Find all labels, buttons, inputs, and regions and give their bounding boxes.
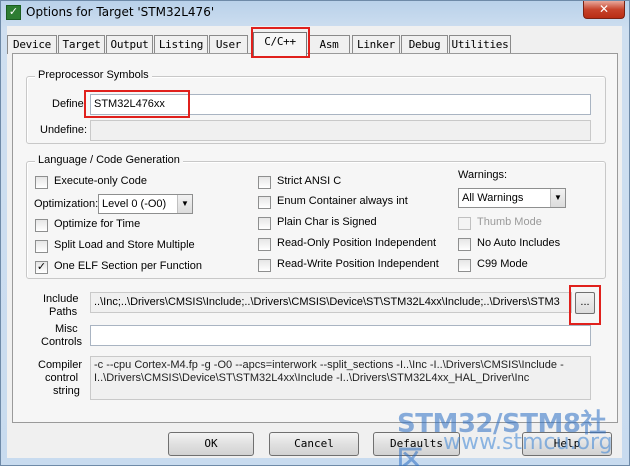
optimize-time-box[interactable] (35, 219, 48, 232)
warnings-label: Warnings: (458, 169, 508, 181)
undefine-label: Undefine: (40, 124, 88, 136)
ropi-checkbox[interactable]: Read-Only Position Independent (258, 237, 438, 251)
preprocessor-group-title: Preprocessor Symbols (35, 69, 152, 81)
controls-label: Controls (41, 336, 82, 348)
optimize-time-checkbox[interactable]: Optimize for Time (35, 218, 195, 232)
optimization-select[interactable]: Level 0 (-O0) ▼ (98, 194, 193, 214)
rwpi-checkbox[interactable]: Read-Write Position Independent (258, 258, 443, 272)
ropi-box[interactable] (258, 238, 271, 251)
string-label: string (53, 385, 80, 397)
warnings-value: All Warnings (462, 192, 524, 204)
tab-linker[interactable]: Linker (352, 35, 400, 54)
split-load-box[interactable] (35, 240, 48, 253)
defaults-button[interactable]: Defaults (373, 432, 460, 456)
strict-ansi-checkbox[interactable]: Strict ANSI C (258, 175, 408, 189)
tab-output[interactable]: Output (106, 35, 153, 54)
no-auto-includes-label: No Auto Includes (477, 237, 561, 249)
plain-char-box[interactable] (258, 217, 271, 230)
ok-button[interactable]: OK (168, 432, 254, 456)
split-load-checkbox[interactable]: Split Load and Store Multiple (35, 239, 215, 253)
define-label: Define: (52, 98, 87, 110)
tab-listing[interactable]: Listing (154, 35, 208, 54)
thumb-mode-box[interactable] (458, 217, 471, 230)
misc-label: Misc (55, 323, 78, 335)
tab-debug[interactable]: Debug (401, 35, 448, 54)
enum-container-checkbox[interactable]: Enum Container always int (258, 195, 428, 209)
enum-container-box[interactable] (258, 196, 271, 209)
ropi-label: Read-Only Position Independent (277, 237, 436, 249)
help-button[interactable]: Help (522, 432, 612, 456)
optimization-label: Optimization: (34, 198, 99, 210)
execute-only-checkbox[interactable]: Execute-only Code (35, 175, 195, 189)
include-paths-browse-button[interactable]: ... (575, 292, 595, 314)
no-auto-includes-box[interactable] (458, 238, 471, 251)
window-title: Options for Target 'STM32L476' (26, 5, 215, 19)
compiler-control-text: -c --cpu Cortex-M4.fp -g -O0 --apcs=inte… (90, 356, 591, 400)
execute-only-label: Execute-only Code (54, 175, 147, 187)
chevron-down-icon[interactable]: ▼ (177, 195, 192, 213)
tab-device[interactable]: Device (7, 35, 57, 54)
title-bar[interactable]: ✓ Options for Target 'STM32L476' ✕ (1, 1, 630, 25)
plain-char-checkbox[interactable]: Plain Char is Signed (258, 216, 428, 230)
compiler-label: Compiler (38, 359, 83, 371)
c99-box[interactable] (458, 259, 471, 272)
define-input[interactable]: STM32L476xx (90, 94, 591, 115)
tab-target[interactable]: Target (58, 35, 105, 54)
undefine-input[interactable] (90, 120, 591, 141)
enum-container-label: Enum Container always int (277, 195, 408, 207)
chevron-down-icon[interactable]: ▼ (550, 189, 565, 207)
rwpi-label: Read-Write Position Independent (277, 258, 439, 270)
include-label: Include (43, 293, 79, 305)
warnings-select[interactable]: All Warnings ▼ (458, 188, 566, 208)
one-elf-checkbox[interactable]: ✓ One ELF Section per Function (35, 260, 215, 274)
no-auto-includes-checkbox[interactable]: No Auto Includes (458, 237, 578, 251)
cancel-button[interactable]: Cancel (269, 432, 359, 456)
thumb-mode-label: Thumb Mode (477, 216, 542, 228)
strict-ansi-label: Strict ANSI C (277, 175, 342, 187)
strict-ansi-box[interactable] (258, 176, 271, 189)
control-label: control (45, 372, 79, 384)
c99-checkbox[interactable]: C99 Mode (458, 258, 558, 272)
rwpi-box[interactable] (258, 259, 271, 272)
app-check-icon: ✓ (6, 5, 21, 20)
include-paths-input[interactable]: ..\Inc;..\Drivers\CMSIS\Include;..\Drive… (90, 292, 572, 313)
one-elf-checkmark-icon[interactable]: ✓ (35, 261, 48, 274)
c99-label: C99 Mode (477, 258, 528, 270)
close-button[interactable]: ✕ (583, 1, 625, 19)
execute-only-box[interactable] (35, 176, 48, 189)
misc-controls-input[interactable] (90, 325, 591, 346)
optimize-time-label: Optimize for Time (54, 218, 141, 230)
thumb-mode-checkbox[interactable]: Thumb Mode (458, 216, 558, 230)
split-load-label: Split Load and Store Multiple (54, 239, 195, 251)
tab-asm[interactable]: Asm (308, 35, 350, 54)
optimization-value: Level 0 (-O0) (102, 198, 167, 210)
plain-char-label: Plain Char is Signed (277, 216, 377, 228)
tab-utilities[interactable]: Utilities (449, 35, 511, 54)
codegen-group-title: Language / Code Generation (35, 154, 183, 166)
tab-c-cpp[interactable]: C/C++ (253, 32, 307, 56)
tab-user[interactable]: User (209, 35, 248, 54)
paths-label: Paths (49, 306, 78, 318)
one-elf-label: One ELF Section per Function (54, 260, 202, 272)
